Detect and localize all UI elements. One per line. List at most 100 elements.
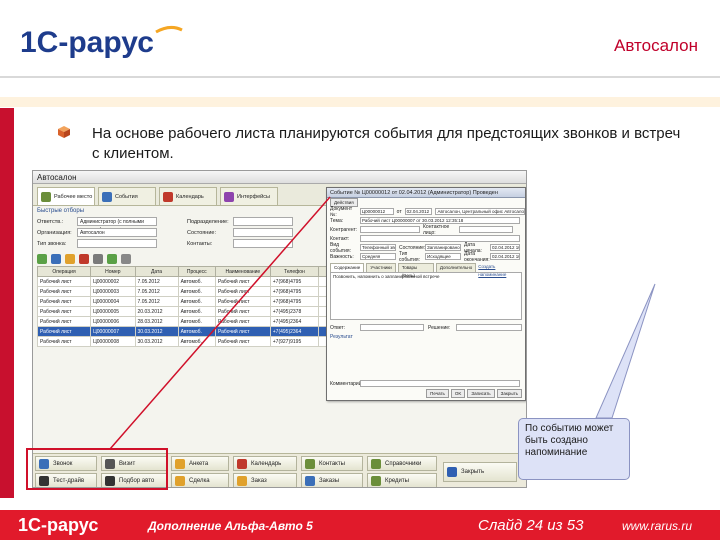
doc-number-field[interactable]: Ц00000012	[359, 208, 394, 215]
event-type-label: Вид события:	[330, 241, 351, 254]
contacts-field[interactable]	[233, 239, 293, 248]
answer-field[interactable]	[360, 324, 424, 331]
kind-field[interactable]: Исходящее	[425, 253, 461, 260]
column-header[interactable]: Номер	[90, 266, 136, 277]
division-field[interactable]	[233, 217, 293, 226]
tab-calendar[interactable]: Календарь	[159, 187, 217, 205]
tab-workplace[interactable]: Рабочее место	[37, 187, 95, 205]
close-app-button[interactable]: Закрыть	[443, 462, 517, 482]
event-type-field[interactable]: Телефонный звонок	[360, 244, 396, 251]
deal-button[interactable]: Сделка	[171, 473, 229, 487]
decision-field[interactable]	[456, 324, 522, 331]
table-row[interactable]: Рабочий лист Ц00000004 7.05.2012 Автомоб. Ра…	[36, 296, 359, 307]
footer-url[interactable]: www.rarus.ru	[622, 519, 692, 533]
filter-icon[interactable]	[93, 254, 103, 264]
end-label: Дата окончания:	[464, 250, 490, 263]
tab-interfaces[interactable]: Интерфейсы	[220, 187, 278, 205]
table-row[interactable]: Рабочий лист Ц00000003 7.05.2012 Автомоб. Ра…	[36, 286, 359, 297]
event-window-title: Событие № Ц00000012 от 02.04.2012 (Админ…	[327, 188, 525, 198]
calltype-field[interactable]	[77, 239, 157, 248]
tab-additional[interactable]: Дополнительно	[435, 263, 477, 272]
start-field[interactable]: 02.04.2012 10:00	[490, 244, 520, 251]
doc-date-field[interactable]: 02.04.2012	[404, 208, 433, 215]
doc-from-label: от	[396, 208, 402, 215]
visit-button[interactable]: Визит	[101, 456, 167, 471]
test-drive-button[interactable]: Тест-драйв	[35, 473, 97, 487]
save-button[interactable]: Записать	[467, 389, 495, 398]
ok-button[interactable]: OK	[450, 389, 466, 398]
end-field[interactable]: 02.04.2012 10:00	[490, 253, 520, 260]
orders-button[interactable]: Заказы	[301, 473, 363, 487]
delete-icon[interactable]	[79, 254, 89, 264]
event-answer-row: Ответ: Решение:	[327, 323, 525, 332]
event-contractor-row: Контрагент: Контактное лицо:	[327, 224, 525, 236]
form-icon	[175, 458, 185, 469]
copy-icon[interactable]	[51, 254, 61, 264]
contractor-field[interactable]	[360, 226, 420, 233]
table-cell: 7.05.2012	[134, 286, 179, 297]
slide-footer: 1С-рарус Дополнение Альфа-Авто 5 Слайд 2…	[0, 510, 720, 540]
callout-pointer	[595, 283, 656, 419]
edit-icon[interactable]	[65, 254, 75, 264]
table-row[interactable]: Рабочий лист Ц00000006 28.03.2012 Автомоб. Р…	[36, 316, 359, 327]
table-cell: Рабочий лист	[36, 306, 92, 317]
organization-field[interactable]: Автосалон	[77, 228, 157, 237]
comment-field[interactable]	[360, 380, 520, 387]
table-row[interactable]: Рабочий лист Ц00000008 30.03.2012 Автомоб. Р…	[36, 336, 359, 347]
column-header[interactable]: Наименование	[214, 266, 271, 277]
refresh-icon[interactable]	[107, 254, 117, 264]
table-cell: +7(495)2364	[269, 316, 320, 327]
calendar-button[interactable]: Календарь	[233, 456, 297, 471]
tab-events[interactable]: События	[98, 187, 156, 205]
table-row[interactable]: Рабочий лист Ц00000007 30.03.2012 Автомоб. Р…	[36, 326, 359, 337]
app-title: Автосалон	[33, 171, 526, 184]
topic-label: Тема:	[330, 217, 344, 224]
svg-text:1С-рарус: 1С-рарус	[20, 26, 154, 59]
doc-label: Документ №:	[330, 205, 353, 218]
car-selection-button[interactable]: Подбор авто	[101, 473, 167, 487]
contact-person-field[interactable]	[459, 226, 513, 233]
tab-content[interactable]: Содержание	[330, 263, 365, 272]
credits-button[interactable]: Кредиты	[367, 473, 437, 487]
column-header[interactable]: Телефон	[269, 266, 320, 277]
bullet-text: На основе рабочего листа планируются соб…	[92, 125, 681, 162]
slide-title: Автосалон	[614, 36, 698, 55]
table-cell: +7(968)4795	[269, 286, 320, 297]
importance-field[interactable]: Средняя	[360, 253, 396, 260]
worksheet-table: Операция Номер Дата Процесс Наименование…	[36, 266, 359, 347]
table-cell: Автомоб.	[177, 276, 216, 287]
tab-participants[interactable]: Участники	[366, 263, 396, 272]
event-content-textarea[interactable]: Позвонить, напомнить о запланированной в…	[330, 272, 522, 320]
column-header[interactable]: Процесс	[177, 266, 216, 277]
responsible-field[interactable]: Автосалон, Центральный офис Автосалона; …	[435, 208, 525, 215]
settings-icon[interactable]	[121, 254, 131, 264]
call-button[interactable]: Звонок	[35, 456, 97, 471]
table-row[interactable]: Рабочий лист Ц00000005 20.03.2012 Автомоб. Р…	[36, 306, 359, 317]
table-cell: Автомоб.	[177, 306, 216, 317]
order-button[interactable]: Заказ	[233, 473, 297, 487]
add-icon[interactable]	[37, 254, 47, 264]
table-cell: +7(927)9195	[269, 336, 320, 347]
table-cell: Рабочий лист	[214, 276, 271, 287]
rarus-logo: 1С-рарус	[18, 22, 188, 62]
status-field[interactable]: Запланировано	[425, 244, 461, 251]
responsible-field[interactable]: Администратор (с полными правами)	[77, 217, 157, 233]
column-header[interactable]: Операция	[36, 266, 92, 277]
person-icon	[105, 458, 115, 469]
print-button[interactable]: Печать	[426, 389, 449, 398]
close-button[interactable]: Закрыть	[496, 389, 522, 398]
footer-logo: 1С-рарус	[18, 514, 128, 536]
references-button[interactable]: Справочники	[367, 456, 437, 471]
create-reminder-link[interactable]: Создать напоминание	[478, 263, 522, 277]
table-cell: Автомоб.	[177, 316, 216, 327]
contacts-button[interactable]: Контакты	[301, 456, 363, 471]
tab-goods[interactable]: Товары (Весь)	[397, 263, 434, 278]
state-field[interactable]	[233, 228, 293, 237]
contact-field[interactable]	[360, 235, 520, 242]
table-cell: Рабочий лист	[214, 296, 271, 307]
table-row[interactable]: Рабочий лист Ц00000002 7.05.2012 Автомоб. Ра…	[36, 276, 359, 287]
table-cell: Рабочий лист	[214, 286, 271, 297]
event-tabs: Содержание Участники Товары (Весь) Допол…	[327, 263, 525, 278]
questionnaire-button[interactable]: Анкета	[171, 456, 229, 471]
column-header[interactable]: Дата	[134, 266, 179, 277]
